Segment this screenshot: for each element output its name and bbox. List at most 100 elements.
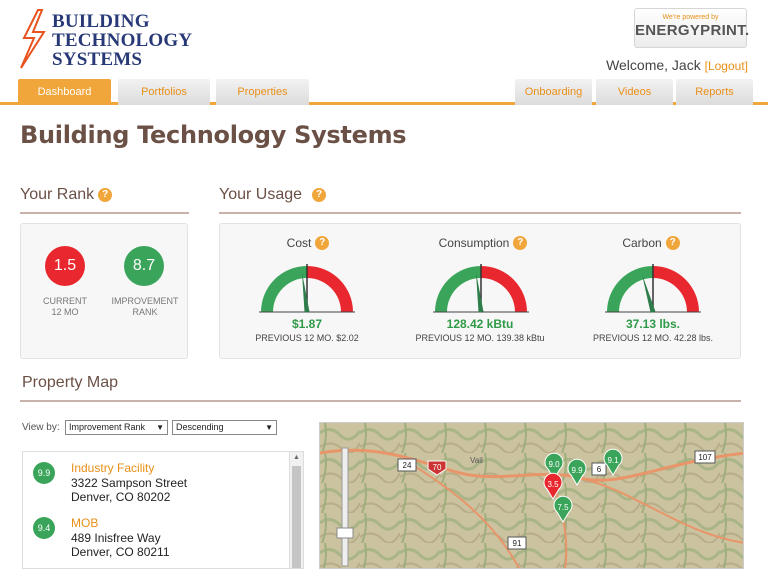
- scrollbar-thumb[interactable]: [292, 466, 301, 568]
- usage-divider: [219, 212, 741, 214]
- property-address-line1: 489 Inisfree Way: [71, 531, 161, 545]
- map-marker-label: 3.5: [547, 480, 559, 489]
- caret-down-icon: ▼: [265, 423, 273, 432]
- powered-by-text: We're powered by: [662, 14, 719, 21]
- svg-text:6: 6: [597, 465, 602, 474]
- gauge-carbon-value: 37.13 lbs.: [625, 317, 681, 331]
- property-address-line2: Denver, CO 80202: [71, 490, 171, 504]
- view-by-value: Improvement Rank: [69, 422, 146, 432]
- road-label-91: 91: [507, 536, 527, 550]
- gauge-bad-band: [307, 266, 353, 312]
- logo-line-1: BUILDING: [52, 11, 150, 32]
- property-map[interactable]: 24 70 Vail 91 6 107 9.0 9.9 9.1 3.5 7.5: [319, 422, 744, 569]
- map-marker-label: 9.0: [548, 460, 560, 469]
- road-label-6: 6: [591, 462, 607, 476]
- view-by-select[interactable]: Improvement Rank ▼: [65, 420, 168, 435]
- gauge-cost-previous: PREVIOUS 12 MO. $2.02: [255, 333, 359, 343]
- current-rank-caption: CURRENT 12 MO: [43, 296, 87, 317]
- sort-order-value: Descending: [176, 422, 224, 432]
- welcome-text: Welcome, Jack: [606, 57, 701, 73]
- help-icon[interactable]: ?: [513, 236, 528, 250]
- lightning-bolt-icon: [20, 9, 46, 69]
- gauge-consumption-label: Consumption: [438, 236, 510, 250]
- gauge-carbon-previous: PREVIOUS 12 MO. 42.28 lbs.: [592, 333, 714, 343]
- zoom-slider-track[interactable]: [341, 447, 349, 567]
- gauge-needle: [475, 272, 484, 313]
- view-by-label: View by:: [22, 422, 60, 433]
- property-list-item[interactable]: 9.4 MOB 489 Inisfree Way Denver, CO 8021…: [23, 507, 291, 559]
- usage-title-text: Your Usage: [219, 186, 303, 203]
- map-marker-label: 9.1: [607, 456, 619, 465]
- tab-dashboard[interactable]: Dashboard: [18, 79, 111, 105]
- gauge-bad-band: [653, 266, 699, 312]
- map-terrain: [320, 423, 743, 568]
- property-address-line1: 3322 Sampson Street: [71, 476, 188, 490]
- logout-link[interactable]: [Logout]: [705, 59, 748, 73]
- gauge-consumption: [433, 264, 529, 313]
- tab-properties[interactable]: Properties: [216, 79, 309, 105]
- help-icon[interactable]: ?: [665, 236, 680, 250]
- improvement-rank-caption: IMPROVEMENT RANK: [111, 296, 179, 317]
- gauge-good-band: [435, 266, 481, 312]
- gauge-good-band: [261, 266, 307, 312]
- gauge-bad-band: [481, 266, 527, 312]
- usage-section-title: Your Usage?: [219, 186, 327, 204]
- svg-text:24: 24: [403, 461, 412, 470]
- energyprint-logo: ENERGYPRINT.: [635, 22, 750, 39]
- main-nav: Dashboard Portfolios Properties Onboardi…: [0, 79, 768, 105]
- gauge-consumption-title: Consumption?: [408, 236, 558, 250]
- logo-text: BUILDING TECHNOLOGY SYSTEMS: [52, 12, 192, 69]
- gauge-cost: [259, 264, 355, 313]
- page-title: Building Technology Systems: [20, 121, 407, 149]
- gauge-needle: [301, 272, 310, 313]
- usage-panel: Cost? $1.87 PREVIOUS 12 MO. $2.02 Consum…: [219, 223, 741, 359]
- caret-down-icon: ▼: [156, 423, 164, 432]
- current-rank-badge: 1.5: [45, 246, 85, 286]
- tab-reports[interactable]: Reports: [676, 79, 753, 105]
- property-address-line2: Denver, CO 80211: [71, 545, 170, 559]
- help-icon[interactable]: ?: [312, 188, 327, 202]
- gauge-consumption-previous: PREVIOUS 12 MO. 139.38 kBtu: [415, 333, 545, 343]
- zoom-slider-handle[interactable]: [336, 527, 354, 539]
- svg-text:70: 70: [433, 463, 442, 472]
- rank-divider: [20, 212, 189, 214]
- gauge-carbon-label: Carbon: [622, 236, 662, 250]
- logo-line-3: SYSTEMS: [52, 49, 143, 70]
- help-icon[interactable]: ?: [98, 188, 113, 202]
- map-section-title: Property Map: [22, 374, 119, 391]
- improvement-rank-badge: 8.7: [124, 246, 164, 286]
- property-list-scrollbar[interactable]: ▲: [289, 452, 303, 568]
- map-canvas[interactable]: 24 70 Vail 91 6 107 9.0 9.9 9.1 3.5 7.5: [320, 423, 744, 569]
- property-rank-badge: 9.9: [33, 462, 55, 484]
- map-divider: [20, 400, 741, 402]
- road-label-24: 24: [397, 458, 417, 472]
- property-rank-badge: 9.4: [33, 517, 55, 539]
- map-marker-label: 9.9: [571, 466, 583, 475]
- welcome-area: Welcome, Jack [Logout]: [606, 57, 748, 73]
- gauge-carbon-title: Carbon?: [576, 236, 726, 250]
- property-name-link[interactable]: MOB: [71, 516, 98, 530]
- help-icon[interactable]: ?: [315, 236, 330, 250]
- gauge-consumption-value: 128.42 kBtu: [446, 317, 514, 331]
- gauge-cost-label: Cost: [286, 236, 312, 250]
- property-name-link[interactable]: Industry Facility: [71, 461, 154, 475]
- rank-section-title: Your Rank?: [20, 186, 113, 204]
- map-town-label: Vail: [470, 456, 483, 465]
- company-logo[interactable]: BUILDING TECHNOLOGY SYSTEMS: [18, 8, 192, 70]
- logo-line-2: TECHNOLOGY: [52, 30, 193, 51]
- rank-title-text: Your Rank: [20, 186, 95, 203]
- road-label-107: 107: [694, 450, 716, 464]
- scroll-up-icon[interactable]: ▲: [293, 454, 300, 461]
- property-list-item[interactable]: 9.9 Industry Facility 3322 Sampson Stree…: [23, 452, 291, 504]
- gauge-cost-title: Cost?: [233, 236, 383, 250]
- svg-text:107: 107: [698, 453, 712, 462]
- rank-panel: 1.5 CURRENT 12 MO 8.7 IMPROVEMENT RANK: [20, 223, 188, 359]
- map-marker-label: 7.5: [557, 503, 569, 512]
- gauge-cost-value: $1.87: [291, 317, 323, 331]
- tab-videos[interactable]: Videos: [596, 79, 673, 105]
- powered-by-badge[interactable]: We're powered by ENERGYPRINT.: [634, 8, 750, 48]
- tab-portfolios[interactable]: Portfolios: [118, 79, 210, 105]
- sort-order-select[interactable]: Descending ▼: [172, 420, 277, 435]
- svg-text:91: 91: [513, 539, 522, 548]
- tab-onboarding[interactable]: Onboarding: [515, 79, 592, 105]
